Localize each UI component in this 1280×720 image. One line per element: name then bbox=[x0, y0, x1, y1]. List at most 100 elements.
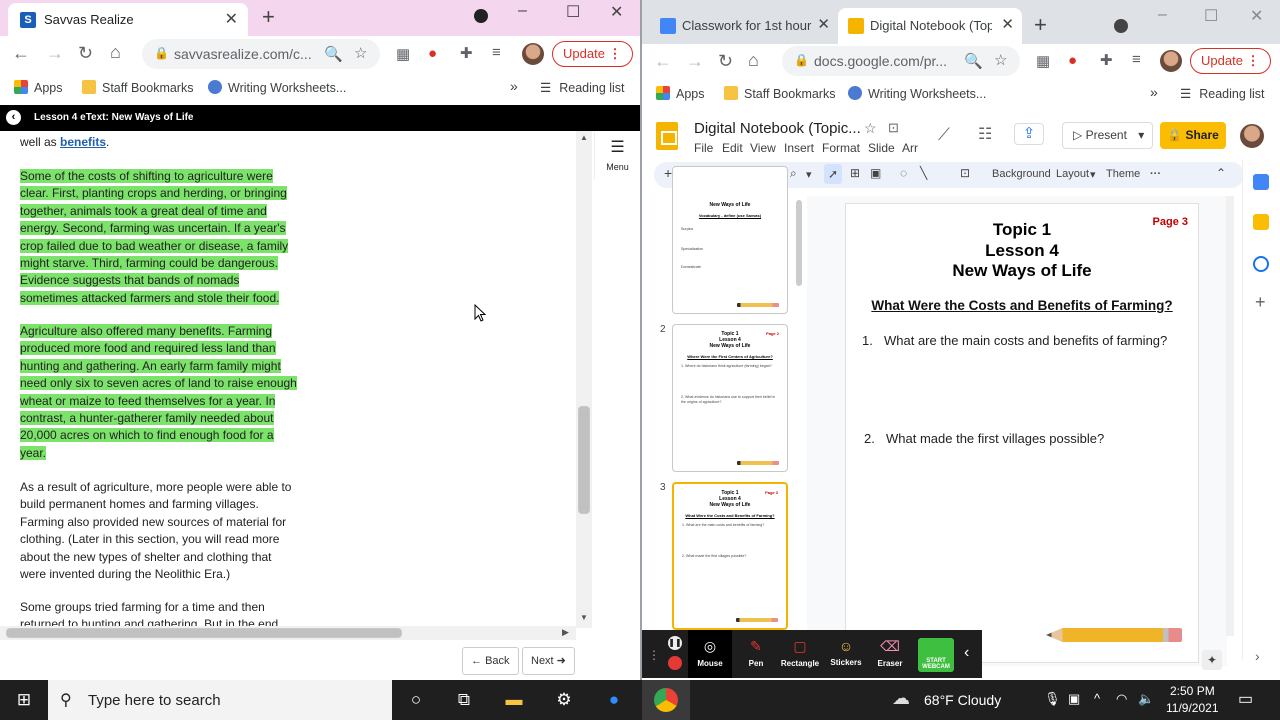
profile-avatar[interactable] bbox=[1160, 50, 1182, 72]
home-icon[interactable]: ⌂ bbox=[110, 42, 121, 63]
more-options-icon[interactable]: ··· bbox=[1150, 168, 1161, 180]
task-view-icon[interactable]: ⧉ bbox=[452, 688, 476, 712]
volume-icon[interactable]: 🔈 bbox=[1138, 691, 1154, 707]
benefits-link[interactable]: benefits bbox=[60, 135, 106, 149]
slide-thumbnail-1[interactable]: New Ways of Life Vocabulary - define (us… bbox=[672, 166, 788, 314]
tasks-icon[interactable] bbox=[1253, 256, 1269, 272]
expand-panel-icon[interactable]: › bbox=[1255, 648, 1260, 664]
next-page-button[interactable]: Next ➜ bbox=[522, 647, 575, 675]
weather-cloud-icon[interactable]: ☁ bbox=[892, 688, 910, 709]
chrome-taskbar-button[interactable] bbox=[642, 680, 690, 720]
bookmarks-overflow-icon[interactable]: » bbox=[510, 78, 518, 94]
move-folder-icon[interactable]: ⊡ bbox=[888, 120, 899, 136]
theme-button[interactable]: Theme bbox=[1106, 168, 1140, 180]
address-bar[interactable]: 🔒 savvasrealize.com/c... 🔍 ☆ bbox=[142, 39, 380, 69]
reload-icon[interactable]: ↻ bbox=[718, 51, 733, 72]
minimize-icon[interactable]: – bbox=[1158, 6, 1167, 24]
add-addon-icon[interactable]: + bbox=[1255, 292, 1266, 313]
weather-text[interactable]: 68°F Cloudy bbox=[924, 692, 1001, 708]
tab-savvas[interactable]: S Savvas Realize ✕ bbox=[8, 3, 248, 36]
mic-icon[interactable]: 🎙 bbox=[1044, 691, 1061, 707]
layout-button[interactable]: Layout bbox=[1056, 168, 1089, 180]
extensions-puzzle-icon[interactable]: ✚ bbox=[1100, 51, 1113, 69]
activity-trend-icon[interactable]: ⟋ bbox=[938, 125, 950, 145]
stickers-tool[interactable]: ☺ Stickers bbox=[824, 630, 868, 678]
extension-record-icon[interactable]: ● bbox=[428, 45, 437, 62]
start-webcam-button[interactable]: START WEBCAM bbox=[918, 638, 954, 672]
zoom-app-icon[interactable]: ● bbox=[602, 688, 626, 712]
star-icon[interactable]: ☆ bbox=[354, 44, 367, 62]
back-icon[interactable]: ← bbox=[12, 43, 30, 64]
filmstrip-scrollbar[interactable] bbox=[796, 200, 802, 286]
back-icon[interactable]: ← bbox=[654, 51, 672, 72]
update-button[interactable]: Update ⋮ bbox=[552, 41, 633, 67]
home-icon[interactable]: ⌂ bbox=[748, 50, 759, 71]
document-title[interactable]: Digital Notebook (Topic... bbox=[694, 120, 861, 137]
cortana-icon[interactable]: ○ bbox=[404, 688, 428, 712]
qr-code-icon[interactable]: ▦ bbox=[396, 45, 410, 63]
bookmark-staff[interactable]: Staff Bookmarks bbox=[724, 86, 835, 101]
pen-tool[interactable]: ✎ Pen bbox=[734, 630, 778, 678]
line-icon[interactable]: ╲ bbox=[920, 166, 927, 180]
canvas-scrollbar[interactable] bbox=[1226, 196, 1234, 636]
file-explorer-icon[interactable]: ▬ bbox=[502, 688, 526, 712]
new-slide-icon[interactable]: + bbox=[664, 165, 672, 181]
qr-code-icon[interactable]: ▦ bbox=[1036, 52, 1050, 70]
maximize-icon[interactable]: ☐ bbox=[1204, 6, 1218, 26]
windows-start-icon[interactable]: ⊞ bbox=[12, 688, 36, 712]
meet-present-icon[interactable]: ⇪ bbox=[1014, 123, 1044, 145]
bookmark-writing[interactable]: Writing Worksheets... bbox=[208, 80, 346, 95]
account-avatar[interactable] bbox=[1240, 124, 1264, 148]
menu-button[interactable]: ☰ Menu bbox=[594, 131, 640, 179]
add-comment-icon[interactable]: ⊡ bbox=[960, 166, 970, 180]
keep-icon[interactable] bbox=[1253, 214, 1269, 230]
share-button[interactable]: 🔒 Share bbox=[1160, 122, 1226, 149]
taskbar-search-box[interactable]: ⚲ Type here to search bbox=[48, 680, 392, 720]
forward-icon[interactable]: → bbox=[46, 43, 64, 64]
menu-format[interactable]: Format bbox=[822, 141, 860, 155]
new-tab-icon[interactable]: + bbox=[1034, 12, 1047, 38]
horizontal-scrollbar[interactable]: ▶ bbox=[0, 626, 576, 640]
bookmark-staff[interactable]: Staff Bookmarks bbox=[82, 80, 193, 95]
media-queue-icon[interactable]: ≡ bbox=[492, 44, 501, 61]
minimize-icon[interactable]: – bbox=[518, 2, 527, 20]
bookmark-apps[interactable]: Apps bbox=[656, 86, 705, 101]
close-tab-icon[interactable]: ✕ bbox=[225, 9, 238, 29]
extensions-puzzle-icon[interactable]: ✚ bbox=[460, 44, 473, 62]
background-button[interactable]: Background bbox=[992, 168, 1051, 180]
profile-menu-icon[interactable] bbox=[1114, 19, 1128, 33]
zoom-icon[interactable]: ⌕ bbox=[790, 166, 797, 181]
star-document-icon[interactable]: ☆ bbox=[864, 120, 877, 137]
back-circle-icon[interactable]: ‹ bbox=[6, 110, 21, 125]
mouse-tool[interactable]: ◎ Mouse bbox=[688, 630, 732, 678]
bookmark-apps[interactable]: Apps bbox=[14, 80, 63, 95]
pause-icon[interactable]: ❚❚ bbox=[668, 636, 682, 650]
tab-classwork[interactable]: Classwork for 1st hour ✕ bbox=[650, 8, 838, 44]
close-tab-icon[interactable]: ✕ bbox=[1001, 15, 1014, 33]
select-pointer-icon[interactable]: ➚ bbox=[824, 164, 842, 184]
scrollbar-thumb[interactable] bbox=[6, 628, 402, 638]
clock-time[interactable]: 2:50 PM bbox=[1170, 684, 1215, 698]
update-button[interactable]: Update ⋮ bbox=[1190, 48, 1271, 74]
tab-digital-notebook[interactable]: Digital Notebook (Topi ✕ bbox=[838, 8, 1022, 44]
scroll-right-icon[interactable]: ▶ bbox=[562, 627, 569, 638]
rectangle-tool[interactable]: ▢ Rectangle bbox=[778, 630, 822, 678]
notifications-icon[interactable]: ▭ bbox=[1238, 689, 1253, 709]
menu-view[interactable]: View bbox=[750, 141, 776, 155]
shape-icon[interactable]: ◌ bbox=[900, 166, 907, 180]
clock-date[interactable]: 11/9/2021 bbox=[1166, 701, 1219, 715]
menu-file[interactable]: File bbox=[694, 141, 713, 155]
close-tab-icon[interactable]: ✕ bbox=[817, 15, 830, 33]
slide-thumbnail-3[interactable]: Page 3 Topic 1 Lesson 4 New Ways of Life… bbox=[672, 482, 788, 630]
back-page-button[interactable]: ← Back bbox=[462, 647, 519, 675]
star-icon[interactable]: ☆ bbox=[994, 51, 1007, 69]
image-icon[interactable]: ▣ bbox=[870, 166, 881, 180]
current-slide[interactable]: Topic 1 Lesson 4 New Ways of Life Page 3… bbox=[845, 203, 1199, 663]
scroll-up-icon[interactable]: ▲ bbox=[580, 133, 588, 142]
address-bar[interactable]: 🔒 docs.google.com/pr... 🔍 ☆ bbox=[782, 46, 1020, 76]
scroll-down-icon[interactable]: ▼ bbox=[580, 613, 588, 622]
scrollbar-thumb[interactable] bbox=[578, 406, 590, 514]
wifi-icon[interactable]: ◠ bbox=[1116, 691, 1127, 707]
profile-menu-icon[interactable] bbox=[474, 9, 488, 23]
bookmark-writing[interactable]: Writing Worksheets... bbox=[848, 86, 986, 101]
